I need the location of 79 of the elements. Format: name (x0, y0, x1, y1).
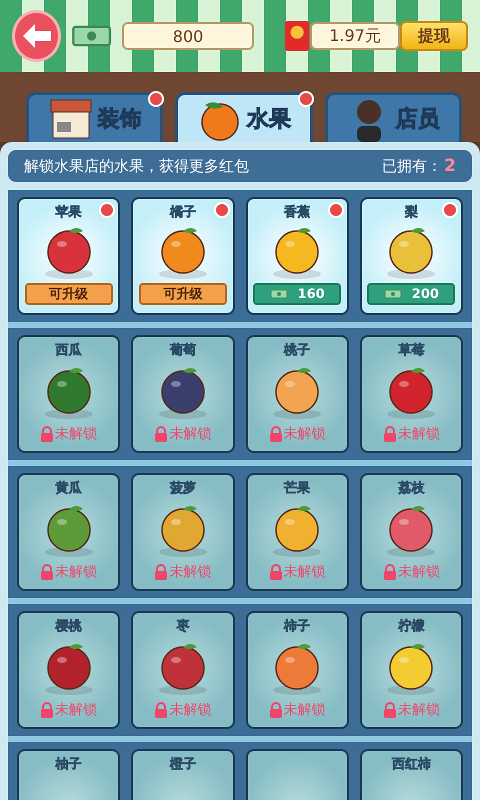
fruit-name: 菠萝 (170, 480, 196, 497)
fruit-name: 香蕉 (284, 204, 310, 221)
fruit-name: 橘子 (170, 204, 196, 221)
fruit-card[interactable]: 枣 未解锁 (131, 611, 234, 729)
lock-icon (154, 702, 168, 718)
buy-button[interactable]: 200 (367, 283, 456, 305)
fruit-name: 柚子 (56, 756, 82, 773)
owned-count: 2 (444, 156, 456, 176)
category-tab[interactable]: 水果 (175, 92, 313, 142)
fruit-card[interactable]: 芒果 未解锁 (246, 473, 349, 591)
locked-label: 未解锁 (55, 563, 98, 581)
buy-button[interactable]: 160 (253, 283, 342, 305)
fruit-name: 梨 (404, 204, 418, 221)
fruit-card[interactable]: 草莓 未解锁 (360, 335, 463, 453)
fruit-card[interactable]: 柿子 未解锁 (246, 611, 349, 729)
locked-label: 未解锁 (55, 425, 98, 443)
lock-icon (268, 426, 283, 442)
withdraw-button[interactable]: 提现 (400, 21, 468, 51)
lock-icon (40, 702, 54, 718)
fruit-card[interactable]: 橘子 可升级 (131, 197, 234, 315)
category-tab[interactable]: 装饰 (26, 92, 164, 142)
locked-label: 未解锁 (169, 425, 212, 443)
fruit-card[interactable]: 橙子 (131, 749, 234, 800)
cash-icon (270, 288, 288, 300)
fruit-card[interactable]: 菠萝 未解锁 (131, 473, 234, 591)
locked-label: 未解锁 (55, 701, 98, 719)
fruit-name: 苹果 (56, 204, 82, 221)
locked-label: 未解锁 (284, 563, 326, 581)
lock-icon (268, 564, 283, 580)
fruit-card[interactable]: 葡萄 未解锁 (131, 335, 234, 453)
fruit-name: 西红柿 (392, 756, 431, 773)
fruit-card[interactable]: 苹果 可升级 (17, 197, 120, 315)
fruit-name: 樱桃 (56, 618, 82, 635)
envelope-icon (284, 19, 310, 53)
fruit-card[interactable]: 樱桃 未解锁 (17, 611, 120, 729)
lock-icon (382, 426, 397, 442)
locked-label: 未解锁 (284, 701, 326, 719)
upgrade-button[interactable]: 可升级 (138, 283, 227, 305)
fruit-name: 黄瓜 (56, 480, 82, 497)
fruit-card[interactable]: 西红柿 (360, 749, 463, 800)
fruit-card[interactable]: 黄瓜 未解锁 (17, 473, 120, 591)
fruit-name: 芒果 (284, 480, 310, 497)
lock-icon (382, 702, 397, 718)
lock-icon (40, 564, 54, 580)
upgrade-button[interactable]: 可升级 (24, 283, 113, 305)
coin-balance: 800 (122, 22, 254, 50)
fruit-name: 草莓 (398, 342, 424, 359)
fruit-card[interactable]: 西瓜 未解锁 (17, 335, 120, 453)
fruit-card[interactable]: 香蕉 160 (246, 197, 349, 315)
fruit-card[interactable]: 柠檬 未解锁 (360, 611, 463, 729)
cash-icon (384, 288, 402, 300)
fruit-name: 荔枝 (398, 480, 424, 497)
lock-icon (154, 426, 168, 442)
locked-label: 未解锁 (284, 425, 326, 443)
fruit-name: 枣 (176, 618, 190, 635)
locked-label: 未解锁 (169, 563, 212, 581)
fruit-name: 柿子 (284, 618, 310, 635)
back-arrow-icon (22, 23, 52, 49)
fruit-name: 橙子 (170, 756, 196, 773)
fruit-card[interactable]: 荔枝 未解锁 (360, 473, 463, 591)
lock-icon (154, 564, 168, 580)
locked-label: 未解锁 (398, 425, 440, 443)
fruit-card[interactable]: 柚子 (17, 749, 120, 800)
lock-icon (268, 702, 283, 718)
shop-icon (48, 98, 94, 140)
fruit-card[interactable]: 桃子 未解锁 (246, 335, 349, 453)
fruit-name: 西瓜 (56, 342, 82, 359)
fruit-card[interactable]: 梨 200 (360, 197, 463, 315)
cash-balance: 1.97元 (310, 22, 400, 50)
locked-label: 未解锁 (398, 701, 440, 719)
lock-icon (40, 426, 54, 442)
owned-label: 已拥有： (382, 156, 442, 176)
fruit-name: 桃子 (284, 342, 310, 359)
lock-icon (382, 564, 397, 580)
banner-message: 解锁水果店的水果，获得更多红包 (24, 156, 249, 176)
fruit-name: 葡萄 (170, 342, 196, 359)
locked-label: 未解锁 (398, 563, 440, 581)
locked-label: 未解锁 (169, 701, 212, 719)
fruit-name: 柠檬 (398, 618, 424, 635)
